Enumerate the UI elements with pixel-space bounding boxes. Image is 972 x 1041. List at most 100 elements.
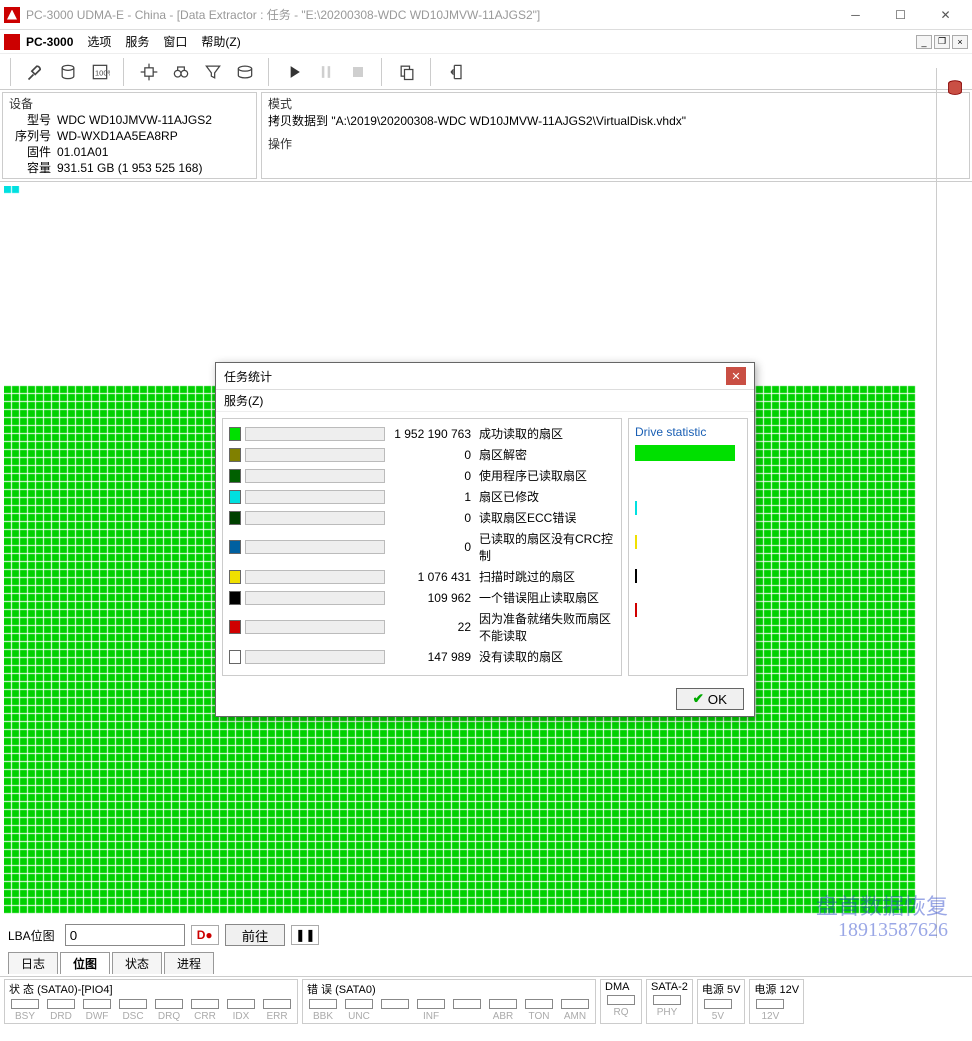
stat-label: 成功读取的扇区: [479, 425, 615, 442]
stat-row: 147 989 没有读取的扇区: [229, 648, 615, 665]
stat-bar: [245, 469, 385, 483]
window-title: PC-3000 UDMA-E - China - [Data Extractor…: [26, 6, 833, 23]
lba-input[interactable]: [65, 924, 185, 946]
status-bar: 状 态 (SATA0)-[PIO4]BSYDRDDWFDSCDRQCRRIDXE…: [0, 977, 972, 1026]
play-button[interactable]: [279, 57, 309, 87]
chip-icon[interactable]: [134, 57, 164, 87]
funnel-icon[interactable]: [198, 57, 228, 87]
drum-icon[interactable]: [53, 57, 83, 87]
tab-progress[interactable]: 进程: [164, 952, 214, 974]
exit-icon[interactable]: [441, 57, 471, 87]
stat-bar: [245, 570, 385, 584]
drive-statistic-panel: Drive statistic: [628, 418, 748, 676]
stat-bar: [245, 620, 385, 634]
status-led: [263, 999, 291, 1009]
stat-label: 没有读取的扇区: [479, 648, 615, 665]
ok-button[interactable]: ✔OK: [676, 688, 744, 710]
copy-icon[interactable]: [392, 57, 422, 87]
stat-row: 1 952 190 763 成功读取的扇区: [229, 425, 615, 442]
goto-button[interactable]: 前往: [225, 924, 286, 946]
stat-row: 1 扇区已修改: [229, 488, 615, 505]
status-led: [704, 999, 732, 1009]
status-group: 电源 12V12V: [749, 979, 804, 1024]
status-group: DMARQ: [600, 979, 642, 1024]
side-disk-icon[interactable]: [941, 74, 969, 102]
stat-value: 0: [391, 448, 471, 462]
percent-icon[interactable]: 100%: [85, 57, 115, 87]
status-led: [47, 999, 75, 1009]
stat-label: 因为准备就绪失败而扇区不能读取: [479, 610, 615, 644]
stat-bar: [245, 540, 385, 554]
tab-status[interactable]: 状态: [112, 952, 162, 974]
status-led: [756, 999, 784, 1009]
stat-value: 1 076 431: [391, 570, 471, 584]
menu-window[interactable]: 窗口: [163, 33, 187, 50]
dialog-close-button[interactable]: ✕: [726, 367, 746, 385]
stat-row: 0 读取扇区ECC错误: [229, 509, 615, 526]
status-led: [227, 999, 255, 1009]
stat-bar: [245, 650, 385, 664]
stat-color-swatch: [229, 540, 241, 554]
tools-icon[interactable]: [21, 57, 51, 87]
lba-row: LBA位图 D● 前往 ❚❚: [0, 920, 972, 950]
minimize-button[interactable]: ─: [833, 1, 878, 29]
titlebar: PC-3000 UDMA-E - China - [Data Extractor…: [0, 0, 972, 30]
stat-value: 109 962: [391, 591, 471, 605]
stat-row: 109 962 一个错误阻止读取扇区: [229, 589, 615, 606]
lba-indicator: D●: [191, 925, 219, 945]
dialog-menu-services[interactable]: 服务(Z): [224, 394, 263, 408]
menu-help[interactable]: 帮助(Z): [201, 33, 240, 50]
app-icon-small: [4, 34, 20, 50]
stat-color-swatch: [229, 490, 241, 504]
status-group: 错 误 (SATA0)BBKUNCINFABRTONAMN: [302, 979, 596, 1024]
stat-value: 147 989: [391, 650, 471, 664]
stat-bar: [245, 427, 385, 441]
pause-indicator[interactable]: ❚❚: [291, 925, 319, 945]
stat-value: 0: [391, 511, 471, 525]
status-led: [119, 999, 147, 1009]
status-led: [345, 999, 373, 1009]
status-led: [525, 999, 553, 1009]
stat-color-swatch: [229, 511, 241, 525]
tab-map[interactable]: 位图: [60, 952, 110, 974]
status-led: [607, 995, 635, 1005]
menu-options[interactable]: 选项: [87, 33, 111, 50]
pause-button[interactable]: [311, 57, 341, 87]
tab-log[interactable]: 日志: [8, 952, 58, 974]
mode-value: 拷贝数据到 "A:\2019\20200308-WDC WD10JMVW-11A…: [268, 112, 963, 129]
stat-label: 扫描时跳过的扇区: [479, 568, 615, 585]
stat-value: 0: [391, 540, 471, 554]
mdi-close[interactable]: ×: [952, 35, 968, 49]
disk-icon[interactable]: [230, 57, 260, 87]
menu-services[interactable]: 服务: [125, 33, 149, 50]
stat-color-swatch: [229, 591, 241, 605]
status-led: [561, 999, 589, 1009]
stat-label: 一个错误阻止读取扇区: [479, 589, 615, 606]
status-led: [453, 999, 481, 1009]
stat-bar: [245, 591, 385, 605]
stat-value: 1: [391, 490, 471, 504]
device-firmware: 01.01A01: [57, 144, 108, 160]
side-toolbar: [936, 68, 972, 938]
status-led: [381, 999, 409, 1009]
status-led: [11, 999, 39, 1009]
stat-color-swatch: [229, 448, 241, 462]
binoculars-icon[interactable]: [166, 57, 196, 87]
close-button[interactable]: ✕: [923, 1, 968, 29]
stat-color-swatch: [229, 650, 241, 664]
status-led: [191, 999, 219, 1009]
stat-color-swatch: [229, 570, 241, 584]
menubar: PC-3000 选项 服务 窗口 帮助(Z) _ ❐ ×: [0, 30, 972, 54]
maximize-button[interactable]: ☐: [878, 1, 923, 29]
dialog-title: 任务统计: [224, 368, 726, 385]
stop-button[interactable]: [343, 57, 373, 87]
stat-value: 22: [391, 620, 471, 634]
brand: PC-3000: [26, 35, 73, 49]
mdi-restore[interactable]: ❐: [934, 35, 950, 49]
device-panel: 设备 型号WDC WD10JMVW-11AJGS2 序列号WD-WXD1AA5E…: [2, 92, 257, 179]
stat-value: 1 952 190 763: [391, 427, 471, 441]
mdi-minimize[interactable]: _: [916, 35, 932, 49]
stat-color-swatch: [229, 427, 241, 441]
device-model: WDC WD10JMVW-11AJGS2: [57, 112, 212, 128]
stat-bar: [245, 490, 385, 504]
